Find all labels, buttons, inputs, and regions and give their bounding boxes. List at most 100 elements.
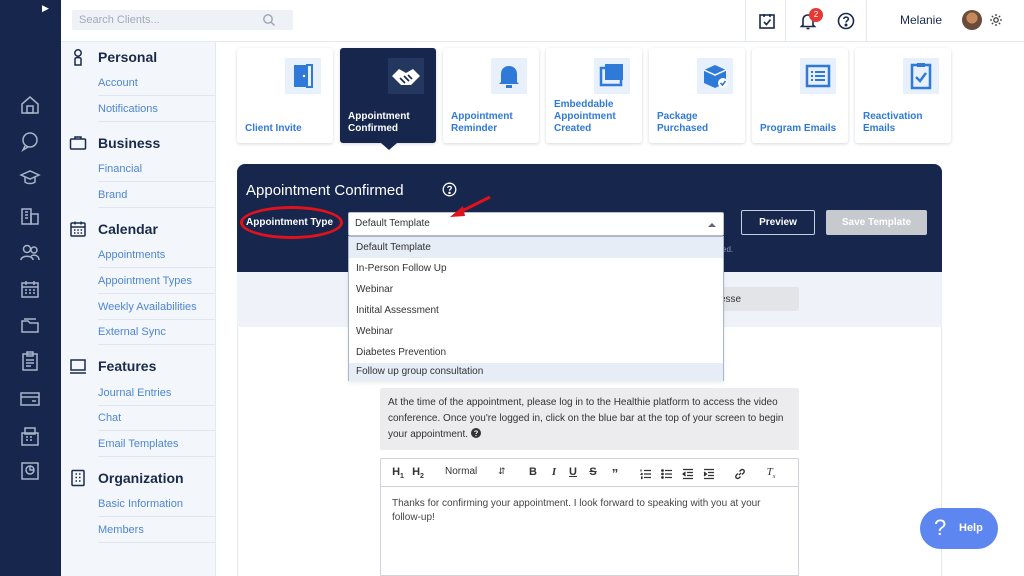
sidebar-item-appointment-types[interactable]: Appointment Types <box>98 269 215 294</box>
calendar-icon <box>69 220 87 238</box>
dropdown-option[interactable]: In-Person Follow Up <box>349 258 723 279</box>
tile-program-emails[interactable]: Program Emails <box>752 48 848 143</box>
home-icon[interactable] <box>19 94 41 116</box>
dropdown-option[interactable]: Diabetes Prevention <box>349 342 723 363</box>
tile-package-purchased[interactable]: Package Purchased <box>649 48 745 143</box>
chevron-updown-icon[interactable]: ⇵ <box>498 466 506 480</box>
dropdown-option[interactable]: Webinar <box>349 279 723 300</box>
tasks-checkbox-icon[interactable] <box>757 11 777 31</box>
bullet-list-icon[interactable] <box>661 467 673 479</box>
sidebar-section-title: Calendar <box>98 221 158 237</box>
tile-client-invite[interactable]: Client Invite <box>237 48 333 143</box>
indent-icon[interactable] <box>703 467 715 480</box>
search-input[interactable] <box>72 10 293 30</box>
list-icon <box>798 56 838 96</box>
sidebar-item-members[interactable]: Members <box>98 518 215 543</box>
outdent-icon[interactable] <box>682 467 694 480</box>
link-icon[interactable] <box>734 467 746 480</box>
clear-format-icon[interactable]: Tx <box>765 466 777 480</box>
sidebar-item-brand[interactable]: Brand <box>98 183 215 208</box>
clipboard-icon[interactable] <box>19 350 41 372</box>
annotation-arrow-icon <box>448 193 494 221</box>
dropdown-option[interactable]: Initital Assessment <box>349 300 723 321</box>
dropdown-option[interactable]: Follow up group consultation <box>349 363 723 381</box>
sidebar-section-personal: Personal <box>69 47 157 67</box>
avatar[interactable] <box>962 10 982 30</box>
topbar-divider <box>866 0 867 42</box>
notification-badge: 2 <box>809 8 823 22</box>
caret-up-icon <box>708 223 716 227</box>
sidebar-item-email-templates[interactable]: Email Templates <box>98 432 215 457</box>
sidebar-section-business: Business <box>69 133 160 153</box>
tile-label: Appointment Confirmed <box>348 111 410 134</box>
report-icon[interactable] <box>19 460 41 482</box>
page-title: Appointment Confirmed <box>246 182 404 199</box>
bold-button[interactable]: B <box>528 466 538 480</box>
tile-label: Package Purchased <box>657 111 709 134</box>
sidebar-item-weekly-availabilities[interactable]: Weekly Availabilities <box>98 295 215 320</box>
briefcase-icon <box>69 134 87 152</box>
heading1-button[interactable]: H1 <box>391 466 405 480</box>
appointment-type-dropdown: Default Template In-Person Follow Up Web… <box>348 236 724 381</box>
active-tile-pointer <box>381 143 397 150</box>
sidebar-item-notifications[interactable]: Notifications <box>98 97 215 122</box>
dropdown-option[interactable]: Default Template <box>349 237 723 258</box>
sidebar-section-title: Features <box>98 358 157 374</box>
sidebar-section-title: Personal <box>98 49 158 65</box>
strikethrough-button[interactable]: S <box>588 466 598 480</box>
appointment-type-select[interactable]: Default Template <box>348 212 724 236</box>
topbar-divider <box>745 0 746 42</box>
underline-button[interactable]: U <box>568 466 578 480</box>
sidebar-section-organization: Organization <box>69 468 184 488</box>
username[interactable]: Melanie <box>900 13 942 27</box>
credit-card-icon[interactable] <box>19 388 41 410</box>
building-icon[interactable] <box>19 205 41 227</box>
sidebar-section-title: Business <box>98 135 161 151</box>
sidebar-item-account[interactable]: Account <box>98 71 215 96</box>
gear-icon[interactable] <box>989 13 1003 27</box>
chat-icon[interactable] <box>19 130 41 152</box>
tile-label: Embeddable Appointment Created <box>554 99 616 134</box>
tile-label: Appointment Reminder <box>451 111 513 134</box>
help-icon[interactable] <box>836 11 856 31</box>
top-bar: 2 Melanie <box>61 0 1024 42</box>
preview-button[interactable]: Preview <box>741 210 815 235</box>
heading2-button[interactable]: H2 <box>411 466 425 480</box>
window-icon <box>592 56 632 96</box>
sidebar-item-appointments[interactable]: Appointments <box>98 243 215 268</box>
save-template-button[interactable]: Save Template <box>826 210 927 235</box>
folder-icon[interactable] <box>19 314 41 336</box>
help-label: Help <box>959 522 983 534</box>
person-icon <box>69 48 87 66</box>
help-button[interactable]: ? Help <box>920 508 998 549</box>
expand-rail-icon[interactable]: ▶ <box>42 3 50 13</box>
tile-appointment-confirmed[interactable]: Appointment Confirmed <box>340 48 436 143</box>
italic-button[interactable]: I <box>549 466 559 480</box>
sidebar-item-chat[interactable]: Chat <box>98 406 215 431</box>
search-icon[interactable] <box>262 13 276 27</box>
ordered-list-icon[interactable] <box>640 467 652 480</box>
question-circle-icon[interactable] <box>470 428 481 438</box>
tile-reactivation-emails[interactable]: Reactivation Emails <box>855 48 951 143</box>
users-icon[interactable] <box>19 241 41 263</box>
sidebar-item-financial[interactable]: Financial <box>98 157 215 182</box>
sidebar-item-basic-information[interactable]: Basic Information <box>98 492 215 517</box>
format-select[interactable]: Normal <box>445 466 477 480</box>
sidebar-item-external-sync[interactable]: External Sync <box>98 320 215 345</box>
dropdown-option[interactable]: Webinar <box>349 321 723 342</box>
tile-embeddable-appointment-created[interactable]: Embeddable Appointment Created <box>546 48 642 143</box>
info-text: At the time of the appointment, please l… <box>388 397 784 440</box>
question-mark-icon: ? <box>934 515 947 540</box>
email-body-editor[interactable]: Thanks for confirming your appointment. … <box>380 487 799 576</box>
selected-value: Default Template <box>355 218 430 229</box>
calendar-icon[interactable] <box>19 278 41 300</box>
tile-label: Client Invite <box>245 123 302 134</box>
blockquote-icon[interactable]: ” <box>609 466 621 481</box>
tile-label: Program Emails <box>760 123 837 134</box>
tile-appointment-reminder[interactable]: Appointment Reminder <box>443 48 539 143</box>
graduation-cap-icon[interactable] <box>19 167 41 189</box>
sidebar-item-journal-entries[interactable]: Journal Entries <box>98 381 215 406</box>
info-box: At the time of the appointment, please l… <box>380 388 799 450</box>
fax-icon[interactable] <box>19 425 41 447</box>
sidebar-section-title: Organization <box>98 470 184 486</box>
